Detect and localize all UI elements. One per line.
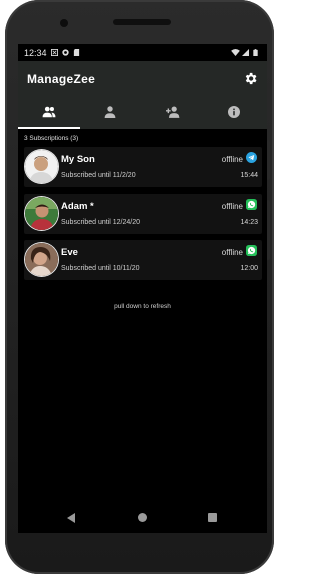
status-bar: 12:34 bbox=[18, 44, 267, 61]
list-item[interactable]: My Son Subscribed until 11/2/20 offline … bbox=[24, 147, 262, 187]
person-add-icon bbox=[166, 106, 180, 118]
people-icon bbox=[42, 106, 56, 118]
earpiece-speaker bbox=[113, 19, 171, 25]
active-tab-indicator bbox=[18, 127, 80, 129]
wifi-icon bbox=[231, 49, 240, 56]
tab-bar bbox=[18, 96, 267, 129]
contact-name: My Son bbox=[61, 154, 95, 165]
person-icon bbox=[104, 106, 116, 118]
subscriptions-count: 3 Subscriptions (3) bbox=[24, 135, 79, 142]
status-badge: offline bbox=[221, 202, 243, 211]
avatar bbox=[25, 150, 58, 183]
tab-profile[interactable] bbox=[80, 96, 142, 129]
avatar bbox=[25, 243, 58, 276]
signal-icon bbox=[242, 49, 249, 56]
screen: 12:34 ManageZee 3 Subscriptions (3) My S… bbox=[18, 44, 267, 533]
last-seen-time: 12:00 bbox=[240, 265, 258, 272]
whatsapp-icon bbox=[246, 199, 257, 210]
navigation-bar bbox=[18, 504, 267, 532]
battery-icon bbox=[253, 49, 258, 56]
sd-card-icon bbox=[73, 49, 80, 56]
pull-to-refresh-hint: pull down to refresh bbox=[114, 303, 171, 310]
app-title: ManageZee bbox=[27, 72, 96, 86]
last-seen-time: 15:44 bbox=[240, 172, 258, 179]
avatar bbox=[25, 197, 58, 230]
status-time: 12:34 bbox=[24, 48, 47, 58]
subscription-until: Subscribed until 12/24/20 bbox=[61, 219, 140, 226]
front-camera bbox=[60, 19, 68, 27]
subscription-until: Subscribed until 11/2/20 bbox=[61, 172, 136, 179]
contact-name: Adam * bbox=[61, 201, 94, 212]
phone-frame: 12:34 ManageZee 3 Subscriptions (3) My S… bbox=[5, 0, 274, 574]
home-icon[interactable] bbox=[138, 513, 147, 522]
tab-add-person[interactable] bbox=[142, 96, 204, 129]
app-bar: ManageZee bbox=[18, 61, 267, 96]
telegram-icon bbox=[246, 152, 257, 163]
subscription-until: Subscribed until 10/11/20 bbox=[61, 265, 140, 272]
status-badge: offline bbox=[221, 155, 243, 164]
list-item[interactable]: Adam * Subscribed until 12/24/20 offline… bbox=[24, 194, 262, 234]
contact-name: Eve bbox=[61, 247, 78, 258]
app-icon bbox=[62, 49, 69, 56]
recents-icon[interactable] bbox=[208, 513, 217, 522]
back-icon[interactable] bbox=[67, 513, 76, 523]
last-seen-time: 14:23 bbox=[240, 219, 258, 226]
whatsapp-icon bbox=[246, 245, 257, 256]
info-icon bbox=[228, 106, 240, 118]
tab-subscriptions[interactable] bbox=[18, 96, 80, 129]
tab-info[interactable] bbox=[204, 96, 266, 129]
list-item[interactable]: Eve Subscribed until 10/11/20 offline 12… bbox=[24, 240, 262, 280]
notification-icon bbox=[51, 49, 58, 56]
status-badge: offline bbox=[221, 248, 243, 257]
gear-icon[interactable] bbox=[243, 71, 258, 86]
